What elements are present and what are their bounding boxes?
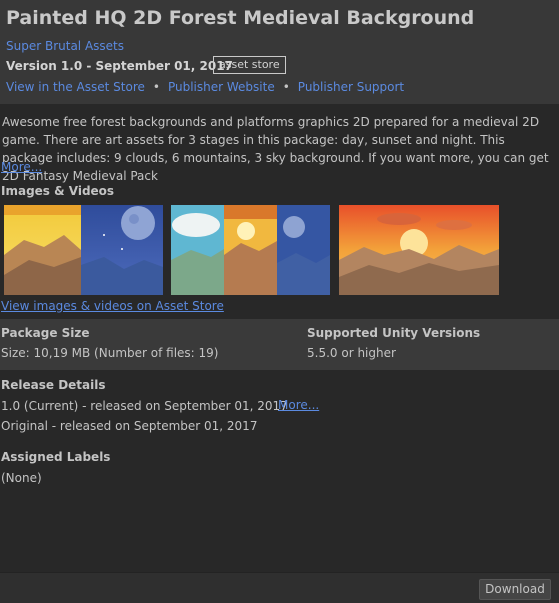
view-in-asset-store-link[interactable]: View in the Asset Store: [6, 80, 145, 94]
unity-versions-value: 5.5.0 or higher: [307, 346, 396, 360]
download-button[interactable]: Download: [479, 579, 551, 600]
publisher-link[interactable]: Super Brutal Assets: [6, 39, 124, 53]
day-sunset-night-thumbnail[interactable]: [171, 205, 330, 295]
day-night-thumbnail[interactable]: [4, 205, 163, 295]
release-original: Original - released on September 01, 201…: [1, 419, 258, 433]
release-current: 1.0 (Current) - released on September 01…: [1, 399, 288, 413]
assigned-labels-value: (None): [1, 471, 42, 485]
view-images-link[interactable]: View images & videos on Asset Store: [1, 299, 224, 313]
package-size-band: Package Size Size: 10,19 MB (Number of f…: [0, 319, 559, 370]
package-description: Awesome free forest backgrounds and plat…: [2, 115, 549, 183]
release-more-link[interactable]: More...: [278, 398, 319, 412]
package-size-value: Size: 10,19 MB (Number of files: 19): [1, 346, 219, 360]
package-header: Painted HQ 2D Forest Medieval Background…: [0, 0, 559, 104]
package-size-label: Package Size: [1, 326, 90, 340]
version-label: Version 1.0 - September 01, 2017: [6, 59, 233, 73]
assigned-labels-title: Assigned Labels: [1, 450, 111, 464]
sunset-thumbnail[interactable]: [339, 205, 499, 295]
release-details-title: Release Details: [1, 378, 106, 392]
images-section-title: Images & Videos: [1, 184, 115, 198]
link-separator: •: [282, 80, 290, 94]
asset-store-badge: asset store: [213, 56, 286, 74]
description-more-link[interactable]: More...: [1, 160, 42, 174]
link-separator: •: [152, 80, 160, 94]
publisher-support-link[interactable]: Publisher Support: [298, 80, 404, 94]
footer-bar: Download: [0, 572, 559, 603]
package-title: Painted HQ 2D Forest Medieval Background: [6, 7, 475, 29]
publisher-website-link[interactable]: Publisher Website: [168, 80, 275, 94]
header-links: View in the Asset Store • Publisher Webs…: [6, 80, 404, 94]
unity-versions-label: Supported Unity Versions: [307, 326, 481, 340]
